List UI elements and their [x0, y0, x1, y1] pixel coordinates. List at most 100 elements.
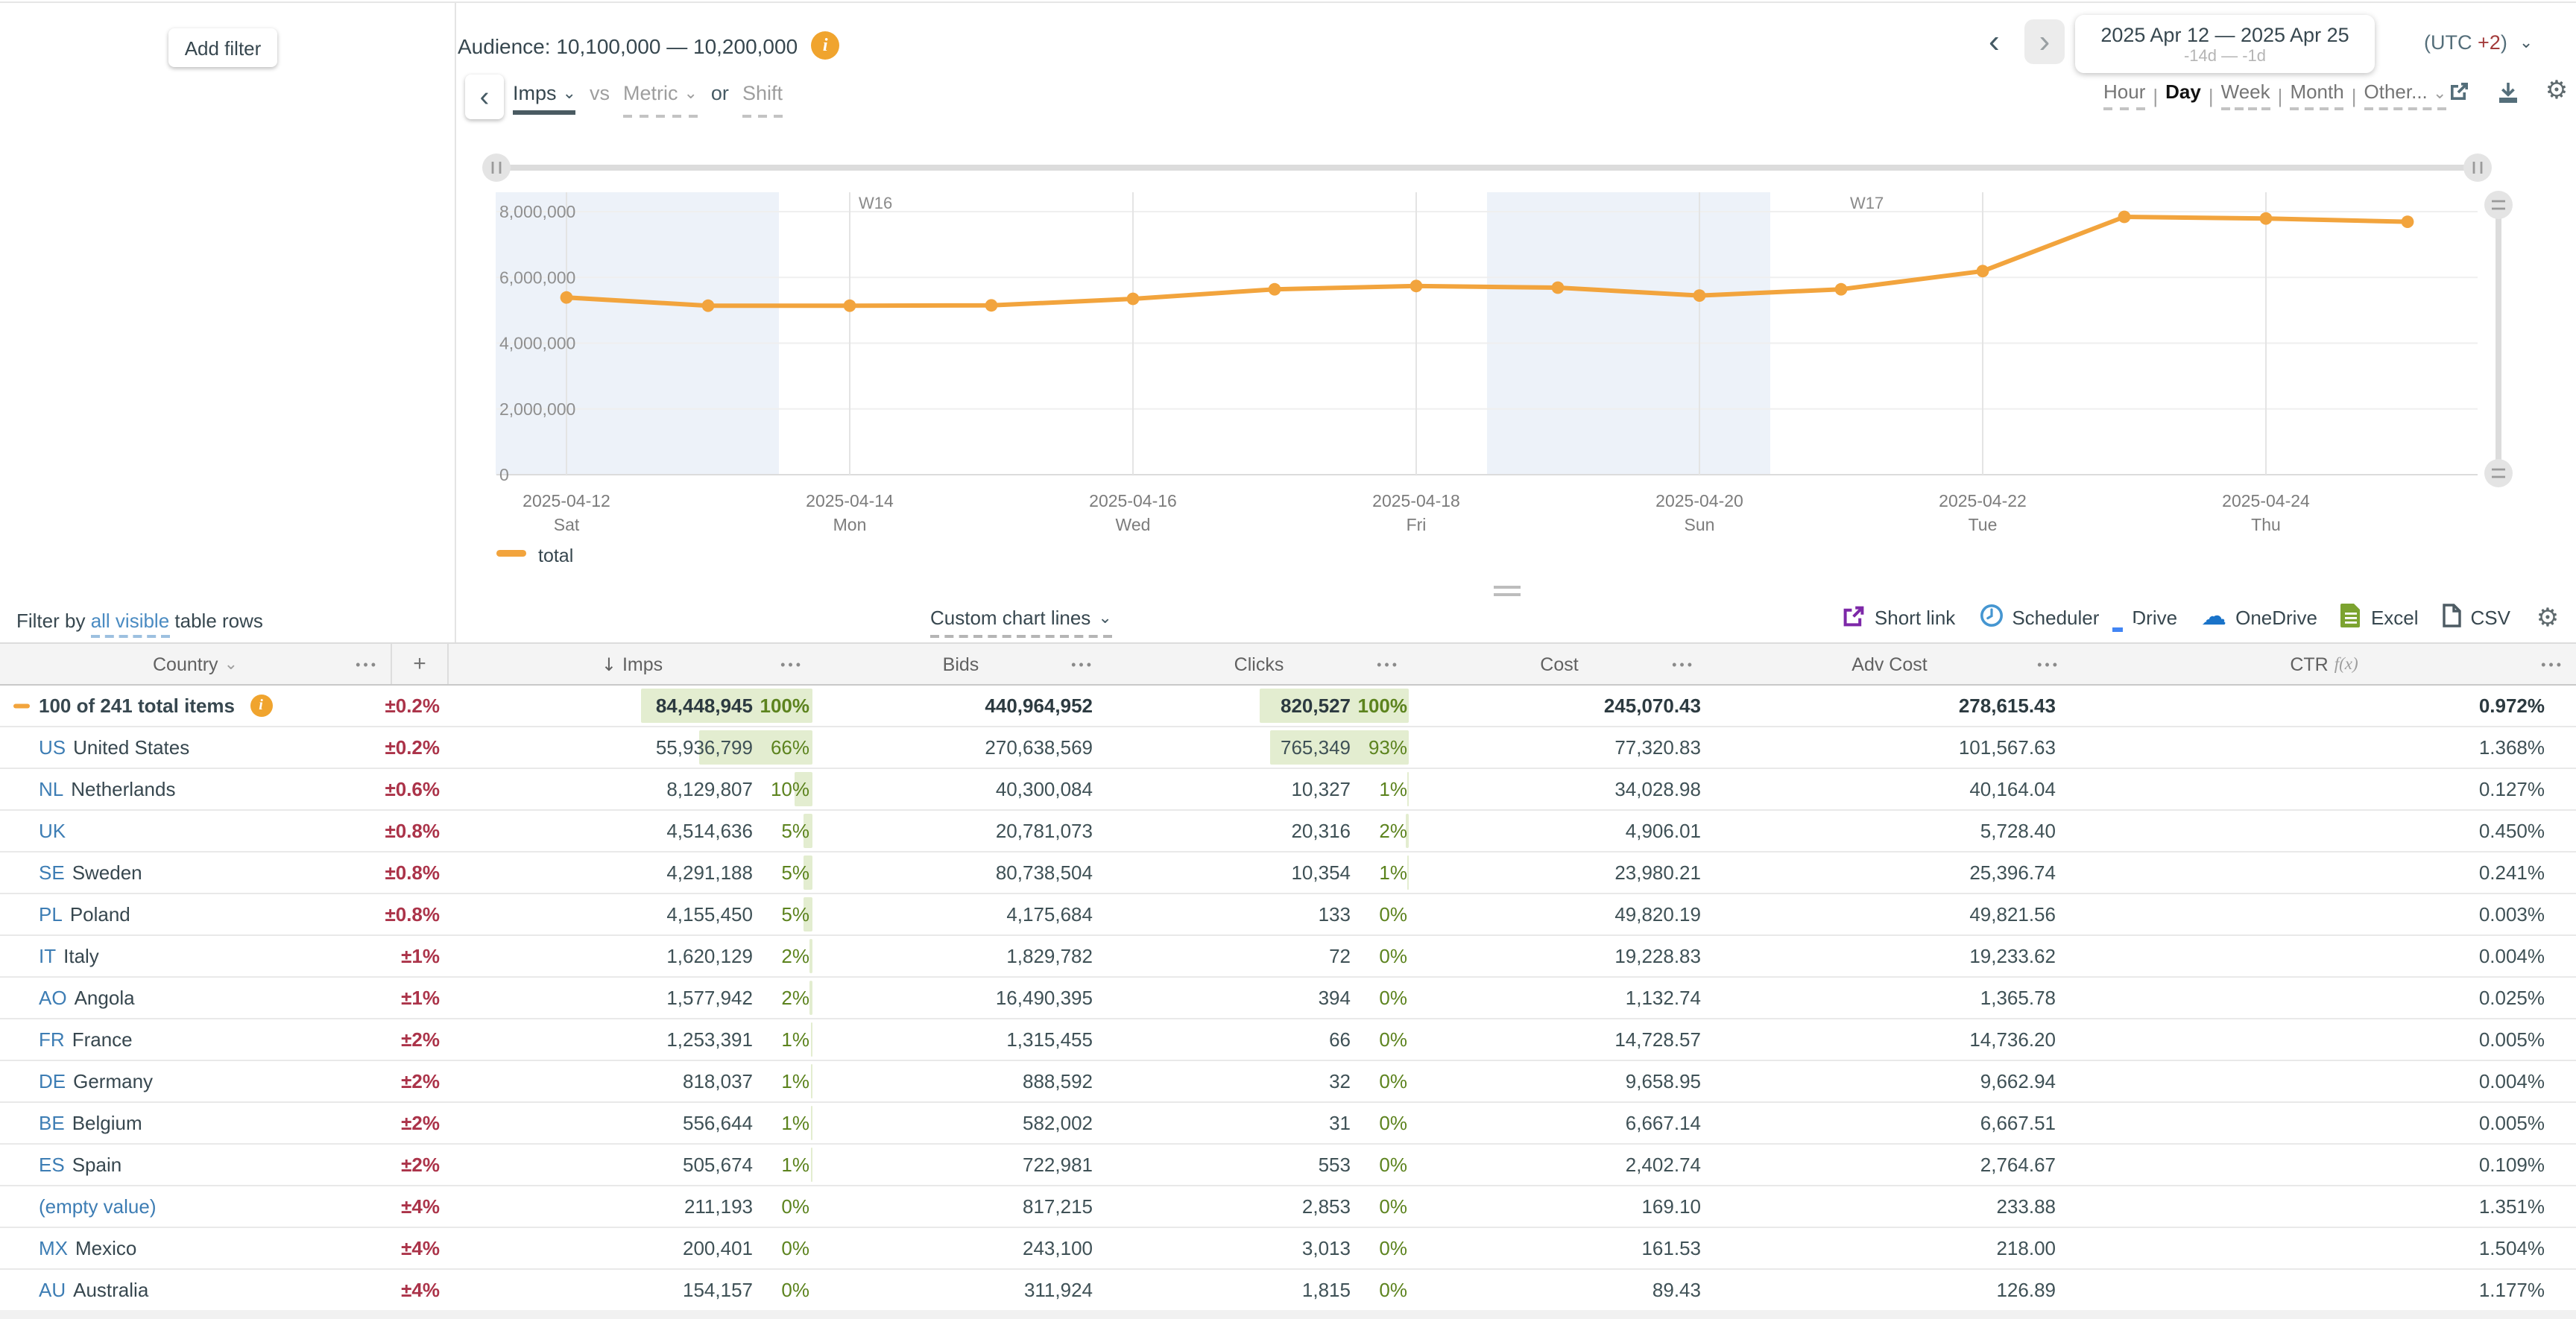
country-cell: USUnited States [0, 727, 391, 768]
country-code-link[interactable]: IT [39, 945, 56, 967]
csv-button[interactable]: CSV [2443, 604, 2510, 632]
date-next-button[interactable] [2024, 19, 2065, 64]
country-code-link[interactable]: DE [39, 1070, 66, 1092]
drive-button[interactable]: Drive [2123, 607, 2177, 629]
country-code-link[interactable]: BE [39, 1112, 65, 1134]
column-header-imps[interactable]: Imps [447, 644, 815, 684]
granularity-tab-month[interactable]: Month [2290, 80, 2343, 110]
excel-button[interactable]: Excel [2341, 604, 2419, 632]
table-row[interactable]: FRFrance±2%1,253,3911%1,315,455660%14,72… [0, 1019, 2576, 1061]
column-menu-icon[interactable] [2037, 657, 2060, 671]
cell-value: 722,981 [1023, 1154, 1093, 1176]
total-info-icon[interactable]: i [250, 695, 272, 717]
cell-value: 19,228.83 [1614, 945, 1701, 967]
column-header-clicks[interactable]: Clicks [1106, 644, 1412, 684]
country-code-link[interactable]: AU [39, 1279, 66, 1301]
timeseries-chart[interactable]: 2025-04-12Sat2025-04-14Mon2025-04-16Wed2… [455, 131, 2576, 611]
onedrive-button[interactable]: OneDrive [2201, 605, 2317, 630]
cost-cell: 1,132.74 [1412, 978, 1707, 1018]
granularity-tab-week[interactable]: Week [2221, 80, 2270, 110]
column-menu-icon[interactable] [2541, 657, 2564, 671]
open-in-new-icon[interactable] [2445, 78, 2472, 104]
table-row[interactable]: DEGermany±2%818,0371%888,592320%9,658.95… [0, 1061, 2576, 1103]
column-header-ctr[interactable]: CTRf(x) [2072, 644, 2576, 684]
cell-value: 2,402.74 [1626, 1154, 1701, 1176]
country-code-link[interactable]: UK [39, 820, 66, 842]
chart-settings-gear-icon[interactable] [2543, 78, 2570, 104]
table-total-row[interactable]: 100 of 241 total itemsi±0.2%84,448,94510… [0, 686, 2576, 727]
audience-header: Audience: 10,100,000 — 10,200,000 i [458, 31, 839, 60]
table-settings-gear-icon[interactable] [2534, 604, 2561, 631]
table-row[interactable]: (empty value)±4%211,1930%817,2152,8530%1… [0, 1186, 2576, 1228]
add-filter-button[interactable]: Add filter [168, 28, 277, 67]
table-row[interactable]: SESweden±0.8%4,291,1885%80,738,50410,354… [0, 853, 2576, 894]
column-menu-icon[interactable] [1377, 657, 1400, 671]
table-row[interactable]: AUAustralia±4%154,1570%311,9241,8150%89.… [0, 1270, 2576, 1312]
cell-value: 0.005% [2479, 1112, 2545, 1134]
bids-cell: 582,002 [815, 1103, 1106, 1143]
column-header-country[interactable]: Country [0, 644, 391, 684]
country-code-link[interactable]: SE [39, 861, 65, 884]
country-code-link[interactable]: NL [39, 778, 63, 800]
timezone-selector[interactable]: (UTC +2) [2424, 31, 2533, 54]
table-row[interactable]: UK±0.8%4,514,6365%20,781,07320,3162%4,90… [0, 811, 2576, 853]
table-row[interactable]: USUnited States±0.2%55,936,79966%270,638… [0, 727, 2576, 769]
bids-cell: 40,300,084 [815, 769, 1106, 809]
download-icon[interactable] [2494, 78, 2521, 104]
column-header-adv-cost-label: Adv Cost [1852, 654, 1927, 674]
cell-value: 9,662.94 [1980, 1070, 2056, 1092]
cell-value: 0.127% [2479, 778, 2545, 800]
column-header-cost[interactable]: Cost [1412, 644, 1707, 684]
percent-of-total-label: 2% [1354, 820, 1407, 842]
column-menu-icon[interactable] [1071, 657, 1094, 671]
percent-of-total-label: 0% [1354, 1154, 1407, 1176]
table-row[interactable]: MXMexico±4%200,4010%243,1003,0130%161.53… [0, 1228, 2576, 1270]
table-row[interactable]: ITItaly±1%1,620,1292%1,829,782720%19,228… [0, 936, 2576, 978]
date-range-picker[interactable]: 2025 Apr 12 — 2025 Apr 25 -14d — -1d [2075, 15, 2375, 73]
country-name-label[interactable]: (empty value) [39, 1195, 157, 1218]
table-row[interactable]: BEBelgium±2%556,6441%582,002310%6,667.14… [0, 1103, 2576, 1145]
scheduler-button[interactable]: Scheduler [1979, 604, 2099, 632]
sort-descending-icon[interactable] [602, 654, 616, 674]
cell-value: 4,514,636 [666, 820, 753, 842]
country-code-link[interactable]: FR [39, 1028, 65, 1051]
svg-text:2025-04-24: 2025-04-24 [2222, 491, 2310, 510]
column-menu-icon[interactable] [356, 657, 379, 671]
granularity-tab-other[interactable]: Other... [2364, 80, 2447, 110]
granularity-tab-hour[interactable]: Hour [2103, 80, 2145, 110]
compare-metric-dropdown[interactable]: Metric [623, 82, 698, 118]
table-row[interactable]: AOAngola±1%1,577,9422%16,490,3953940%1,1… [0, 978, 2576, 1019]
granularity-tab-day[interactable]: Day [2165, 80, 2201, 110]
all-visible-link[interactable]: all visible [91, 610, 170, 638]
date-prev-button[interactable] [1989, 22, 2000, 61]
table-body: 100 of 241 total itemsi±0.2%84,448,94510… [0, 686, 2576, 1312]
audience-info-icon[interactable]: i [811, 31, 839, 60]
column-menu-icon[interactable] [1672, 657, 1695, 671]
add-column-button[interactable]: + [391, 644, 447, 684]
svg-text:Sun: Sun [1685, 515, 1715, 534]
bids-cell: 817,215 [815, 1186, 1106, 1227]
clicks-cell: 320% [1106, 1061, 1412, 1101]
table-row[interactable]: PLPoland±0.8%4,155,4505%4,175,6841330%49… [0, 894, 2576, 936]
shift-option[interactable]: Shift [742, 82, 783, 118]
country-code-link[interactable]: MX [39, 1237, 68, 1259]
country-code-link[interactable]: AO [39, 987, 67, 1009]
chart-back-button[interactable] [465, 75, 504, 119]
cell-value: 1,577,942 [666, 987, 753, 1009]
custom-chart-lines-dropdown[interactable]: Custom chart lines [930, 607, 1112, 638]
country-code-link[interactable]: ES [39, 1154, 65, 1176]
country-code-link[interactable]: US [39, 736, 66, 759]
bids-cell: 4,175,684 [815, 894, 1106, 934]
short-link-button[interactable]: Short link [1843, 604, 1955, 631]
chart-action-icons [2445, 78, 2570, 104]
country-code-link[interactable]: PL [39, 903, 63, 926]
metric-selector: Imps vs Metric or Shift [513, 82, 783, 118]
column-header-bids[interactable]: Bids [815, 644, 1106, 684]
primary-metric-dropdown[interactable]: Imps [513, 82, 576, 115]
horizontal-scrollbar[interactable] [0, 1310, 2576, 1319]
table-row[interactable]: NLNetherlands±0.6%8,129,80710%40,300,084… [0, 769, 2576, 811]
table-row[interactable]: ESSpain±2%505,6741%722,9815530%2,402.742… [0, 1145, 2576, 1186]
column-header-adv-cost[interactable]: Adv Cost [1707, 644, 2072, 684]
panel-resize-handle[interactable] [1494, 586, 1521, 596]
column-menu-icon[interactable] [780, 657, 804, 671]
